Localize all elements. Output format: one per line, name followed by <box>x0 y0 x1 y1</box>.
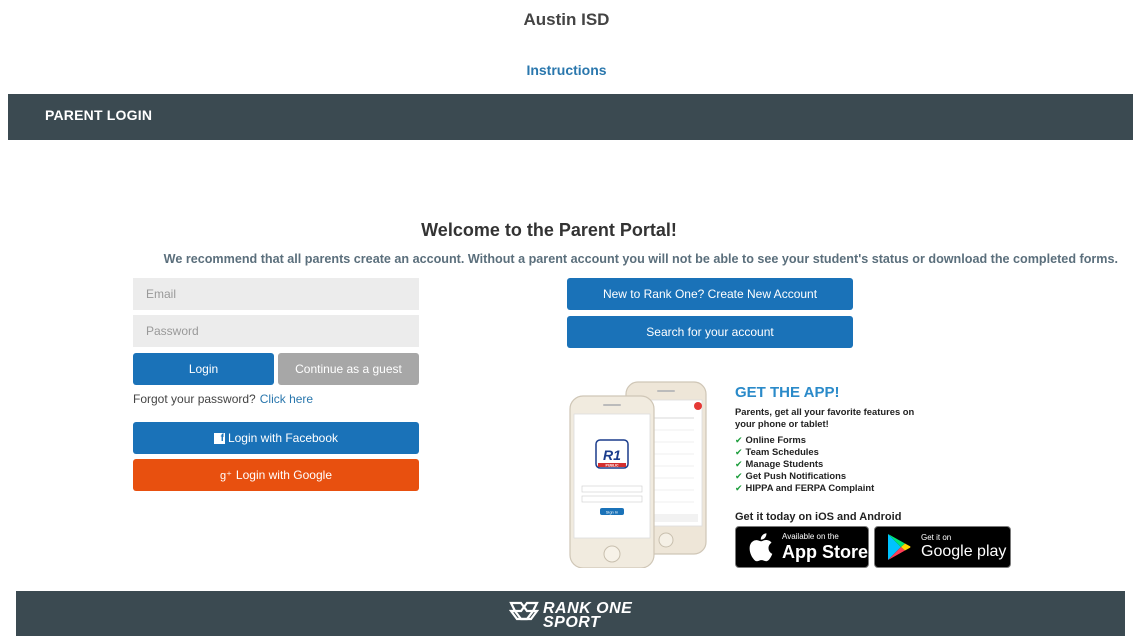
check-icon: ✔ <box>735 435 743 445</box>
login-with-google-button[interactable]: g⁺ Login with Google <box>133 459 419 491</box>
check-icon: ✔ <box>735 459 743 469</box>
list-item: ✔ Manage Students <box>735 458 824 469</box>
google-play-big-text: Google play <box>921 543 1007 560</box>
google-play-icon <box>881 529 917 565</box>
district-title: Austin ISD <box>523 10 610 29</box>
forgot-password-link[interactable]: Click here <box>260 392 313 406</box>
get-app-description: Parents, get all your favorite features … <box>735 406 915 429</box>
footer-logo-line2: SPORT <box>543 613 601 631</box>
recommendation-text: We recommend that all parents create an … <box>163 252 1118 266</box>
forgot-password-text: Forgot your password? <box>133 392 256 406</box>
svg-text:Sign In: Sign In <box>606 509 618 514</box>
svg-text:PUBLIC: PUBLIC <box>605 464 619 468</box>
password-field[interactable] <box>133 315 419 347</box>
search-account-button[interactable]: Search for your account <box>567 316 853 348</box>
check-icon: ✔ <box>735 483 743 493</box>
check-icon: ✔ <box>735 447 743 457</box>
google-play-small-text: Get it on <box>921 533 952 542</box>
app-store-big-text: App Store <box>782 542 869 562</box>
get-app-title: GET THE APP! <box>735 384 840 401</box>
login-button[interactable]: Login <box>133 353 274 385</box>
top-bar: PARENT LOGIN <box>8 94 1133 140</box>
rank-one-logo: RANK ONE SPORT <box>508 600 632 631</box>
phone-illustration: R1 PUBLIC Sign In <box>544 378 726 569</box>
list-item: ✔ Team Schedules <box>735 446 819 457</box>
google-plus-icon: g⁺ <box>219 469 232 482</box>
footer: RANK ONE SPORT <box>16 591 1125 636</box>
google-button-label: Login with Google <box>235 468 332 482</box>
create-account-button[interactable]: New to Rank One? Create New Account <box>567 278 853 310</box>
front-phone-icon: R1 PUBLIC Sign In <box>569 395 655 569</box>
list-item: ✔ HIPPA and FERPA Complaint <box>735 482 875 493</box>
facebook-button-label: Login with Facebook <box>227 431 339 445</box>
app-store-badge[interactable]: Available on the App Store <box>735 526 869 568</box>
continue-as-guest-button[interactable]: Continue as a guest <box>278 353 419 385</box>
facebook-icon: f <box>213 432 225 444</box>
page-title: PARENT LOGIN <box>45 107 153 123</box>
welcome-heading: Welcome to the Parent Portal! <box>421 220 677 240</box>
google-play-badge[interactable]: Get it on Google play <box>874 526 1011 568</box>
list-item: ✔ Online Forms <box>735 434 806 445</box>
svg-text:R1: R1 <box>603 447 621 463</box>
check-icon: ✔ <box>735 471 743 481</box>
forgot-password: Forgot your password? Click here <box>133 392 313 406</box>
list-item: ✔ Get Push Notifications <box>735 470 847 481</box>
instructions-link[interactable]: Instructions <box>0 62 1133 78</box>
apple-icon <box>742 529 778 565</box>
login-with-facebook-button[interactable]: f Login with Facebook <box>133 422 419 454</box>
app-feature-list: ✔ Online Forms ✔ Team Schedules ✔ Manage St… <box>735 434 874 494</box>
email-field[interactable] <box>133 278 419 310</box>
get-it-today-text: Get it today on iOS and Android <box>735 511 902 523</box>
app-store-small-text: Available on the <box>782 532 839 541</box>
rank-one-logo-icon <box>508 600 540 631</box>
